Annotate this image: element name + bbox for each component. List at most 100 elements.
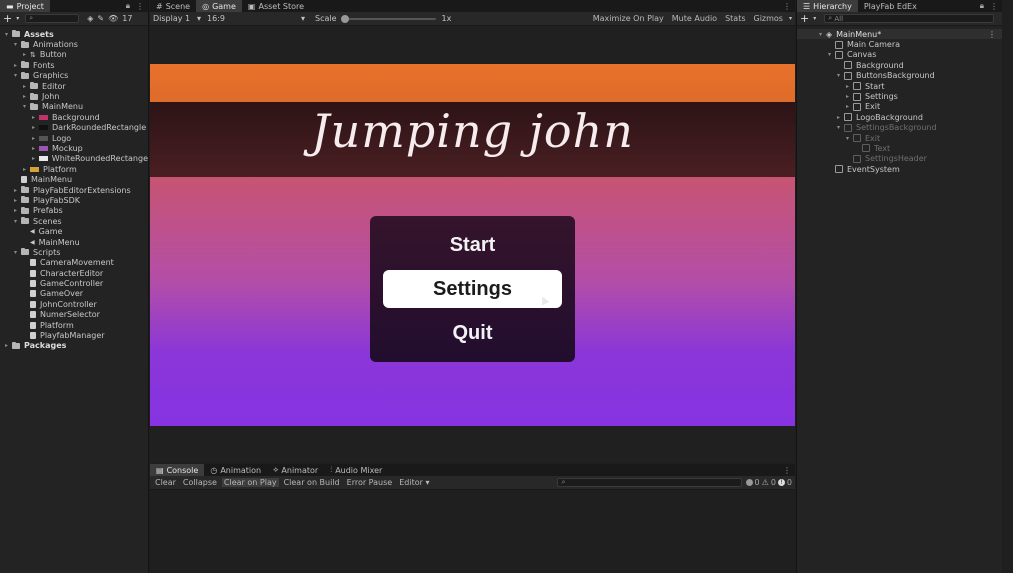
project-tree-item[interactable]: ▸ Mockup — [0, 143, 148, 153]
collapse-arrow-icon[interactable]: ▸ — [30, 135, 37, 142]
tab-asset-store[interactable]: ▣ Asset Store — [242, 0, 310, 12]
expand-arrow-icon[interactable]: ▾ — [826, 51, 833, 58]
warning-count-toggle[interactable]: ⚠ 0 — [762, 478, 776, 487]
mute-audio-button[interactable]: Mute Audio — [670, 14, 719, 23]
add-button[interactable]: + — [3, 12, 12, 25]
add-button[interactable]: + — [800, 12, 809, 25]
collapse-arrow-icon[interactable]: ▸ — [3, 342, 10, 349]
hierarchy-item[interactable]: ▾ Exit — [797, 133, 1002, 143]
settings-button[interactable]: Settings — [383, 270, 562, 308]
more-options-icon[interactable]: ⋮ — [783, 2, 791, 11]
info-count-toggle[interactable]: 0 — [745, 478, 760, 487]
project-tree-item[interactable]: PlayfabManager — [0, 330, 148, 340]
tab-console[interactable]: ▤ Console — [150, 464, 205, 476]
project-tree-item[interactable]: ▸ PlayFabSDK — [0, 195, 148, 205]
hierarchy-item[interactable]: ▾ SettingsBackground — [797, 123, 1002, 133]
collapse-arrow-icon[interactable]: ▸ — [844, 93, 851, 100]
display-dropdown[interactable]: Display 1 ▾ — [153, 14, 201, 23]
tab-audio-mixer[interactable]: ⫶ Audio Mixer — [324, 464, 388, 476]
project-tree-item[interactable]: ▾ Assets — [0, 29, 148, 39]
project-tree-item[interactable]: Platform — [0, 320, 148, 330]
collapse-arrow-icon[interactable]: ▸ — [12, 197, 19, 204]
expand-arrow-icon[interactable]: ▾ — [12, 249, 19, 256]
project-tree-item[interactable]: ◀ MainMenu — [0, 237, 148, 247]
quit-button[interactable]: Quit — [383, 314, 562, 352]
hierarchy-item[interactable]: ▾ ◈ MainMenu* ⋮ — [797, 29, 1002, 40]
tab-animator[interactable]: ⟡ Animator — [267, 464, 324, 476]
console-clear-on-build-button[interactable]: Clear on Build — [282, 478, 342, 487]
project-tree-item[interactable]: ▾ Scripts — [0, 247, 148, 257]
project-tree-item[interactable]: ▸ Logo — [0, 133, 148, 143]
collapse-arrow-icon[interactable]: ▸ — [12, 62, 19, 69]
collapse-arrow-icon[interactable]: ▸ — [30, 124, 37, 131]
collapse-arrow-icon[interactable]: ▸ — [21, 51, 28, 58]
lock-icon[interactable]: 🔒︎ — [126, 1, 130, 11]
start-button[interactable]: Start — [383, 226, 562, 264]
expand-arrow-icon[interactable]: ▾ — [12, 218, 19, 225]
game-viewport[interactable]: Jumping john Start Settings Quit — [150, 26, 795, 463]
hierarchy-item[interactable]: ▸ Settings — [797, 91, 1002, 101]
favorite-icon[interactable]: ✎ — [97, 14, 104, 23]
project-tree-item[interactable]: ▾ Graphics — [0, 71, 148, 81]
hierarchy-item[interactable]: ▸ Start — [797, 81, 1002, 91]
more-options-icon[interactable]: ⋮ — [136, 2, 144, 11]
console-clear-button[interactable]: Clear — [153, 478, 178, 487]
expand-arrow-icon[interactable]: ▾ — [12, 72, 19, 79]
hierarchy-item[interactable]: EventSystem — [797, 164, 1002, 174]
project-tree-item[interactable]: JohnController — [0, 299, 148, 309]
collapse-arrow-icon[interactable]: ▸ — [844, 103, 851, 110]
more-options-icon[interactable]: ⋮ — [783, 466, 791, 475]
tab-project[interactable]: ▬ Project — [0, 0, 50, 12]
tab-hierarchy[interactable]: ☰ Hierarchy — [797, 0, 858, 12]
expand-arrow-icon[interactable]: ▾ — [835, 124, 842, 131]
console-error-pause-button[interactable]: Error Pause — [345, 478, 395, 487]
project-tree-item[interactable]: ▸ ⇅ Button — [0, 50, 148, 60]
project-tree-item[interactable]: ▸ Background — [0, 112, 148, 122]
project-tree-item[interactable]: ▸ WhiteRoundedRectange — [0, 154, 148, 164]
expand-arrow-icon[interactable]: ▾ — [835, 72, 842, 79]
project-tree-item[interactable]: ▸ Fonts — [0, 60, 148, 70]
tab-game[interactable]: ◎ Game — [196, 0, 242, 12]
collapse-arrow-icon[interactable]: ▸ — [835, 114, 842, 121]
scale-slider-handle[interactable] — [340, 14, 349, 23]
project-tree-item[interactable]: ▸ Editor — [0, 81, 148, 91]
hierarchy-item[interactable]: Background — [797, 60, 1002, 70]
console-collapse-button[interactable]: Collapse — [181, 478, 219, 487]
collapse-arrow-icon[interactable]: ▸ — [21, 83, 28, 90]
hidden-packages-icon[interactable]: 👁︎ — [108, 14, 118, 23]
collapse-arrow-icon[interactable]: ▸ — [21, 93, 28, 100]
collapse-arrow-icon[interactable]: ▸ — [30, 114, 37, 121]
console-search-input[interactable]: ⌕ — [557, 478, 742, 487]
hierarchy-item[interactable]: Text — [797, 143, 1002, 153]
hierarchy-item[interactable]: ▸ LogoBackground — [797, 112, 1002, 122]
more-options-icon[interactable]: ⋮ — [990, 2, 998, 11]
aspect-dropdown[interactable]: 16:9 ▾ — [205, 14, 305, 23]
error-count-toggle[interactable]: ! 0 — [777, 478, 792, 487]
expand-arrow-icon[interactable]: ▾ — [12, 41, 19, 48]
project-tree-item[interactable]: MainMenu — [0, 174, 148, 184]
hierarchy-item[interactable]: ▾ Canvas — [797, 50, 1002, 60]
project-tree-item[interactable]: CameraMovement — [0, 258, 148, 268]
collapse-arrow-icon[interactable]: ▸ — [30, 155, 37, 162]
hierarchy-item[interactable]: Main Camera — [797, 39, 1002, 49]
hierarchy-item[interactable]: ▸ Exit — [797, 102, 1002, 112]
tab-scene[interactable]: # Scene — [150, 0, 196, 12]
collapse-arrow-icon[interactable]: ▸ — [21, 166, 28, 173]
expand-arrow-icon[interactable]: ▾ — [844, 135, 851, 142]
collapse-arrow-icon[interactable]: ▸ — [12, 207, 19, 214]
project-tree-item[interactable]: ◀ Game — [0, 226, 148, 236]
chevron-down-icon[interactable]: ▾ — [813, 15, 816, 22]
project-tree-item[interactable]: GameController — [0, 278, 148, 288]
project-tree-item[interactable]: ▸ PlayFabEditorExtensions — [0, 185, 148, 195]
project-tree-item[interactable]: ▸ John — [0, 91, 148, 101]
project-tree-item[interactable]: ▸ DarkRoundedRectangle — [0, 123, 148, 133]
chevron-down-icon[interactable]: ▾ — [16, 15, 19, 22]
expand-arrow-icon[interactable]: ▾ — [817, 31, 824, 38]
gizmos-button[interactable]: Gizmos — [752, 14, 785, 23]
project-tree-item[interactable]: ▸ Prefabs — [0, 206, 148, 216]
project-tree-item[interactable]: NumerSelector — [0, 310, 148, 320]
console-clear-on-play-button[interactable]: Clear on Play — [221, 478, 279, 487]
collapse-arrow-icon[interactable]: ▸ — [12, 187, 19, 194]
chevron-down-icon[interactable]: ▾ — [789, 15, 792, 22]
hierarchy-search-input[interactable]: ⌕ All — [824, 14, 995, 23]
